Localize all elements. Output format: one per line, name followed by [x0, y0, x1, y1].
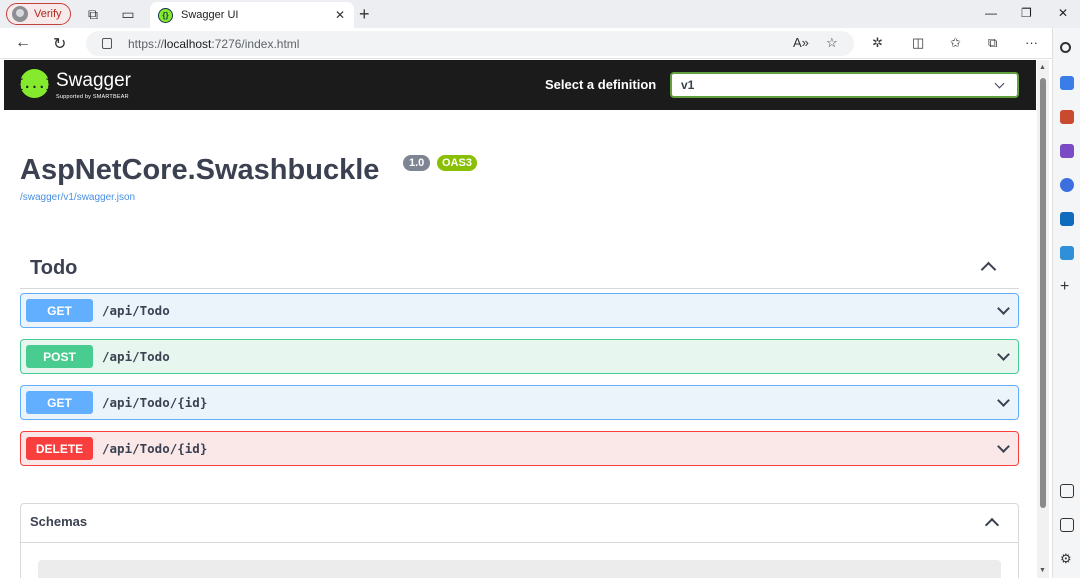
chevron-up-icon[interactable]	[980, 261, 997, 278]
profile-button[interactable]: Verify	[6, 3, 71, 25]
operation-path: /api/Todo	[102, 349, 170, 364]
chevron-down-icon[interactable]	[997, 439, 1010, 453]
operation-get-todo-id[interactable]: GET /api/Todo/{id}	[20, 385, 1019, 420]
schemas-title[interactable]: Schemas	[30, 514, 87, 529]
swagger-sub-brand: Supported by SMARTBEAR	[56, 94, 129, 100]
chevron-down-icon	[994, 78, 1005, 88]
operation-post-todo[interactable]: POST /api/Todo	[20, 339, 1019, 374]
operation-path: /api/Todo/{id}	[102, 441, 208, 456]
operation-delete-todo-id[interactable]: DELETE /api/Todo/{id}	[20, 431, 1019, 466]
favorite-icon[interactable]: ☆	[826, 35, 838, 51]
outlook-icon[interactable]	[1060, 212, 1074, 226]
definition-value: v1	[681, 78, 695, 92]
browser-tab-bar: Verify ⧉ ▭ {} Swagger UI ✕ + — ❐ ✕	[0, 0, 1080, 28]
url-field[interactable]: https://localhost:7276/index.html	[86, 31, 854, 56]
method-badge: POST	[26, 345, 93, 368]
tag-divider	[20, 288, 1019, 289]
lock-icon	[102, 38, 112, 49]
tab-title: Swagger UI	[181, 9, 239, 21]
workspaces-icon[interactable]: ⧉	[85, 6, 101, 22]
chevron-down-icon[interactable]	[997, 393, 1010, 407]
split-screen-icon[interactable]: ◫	[912, 35, 924, 51]
shopping-icon[interactable]	[1060, 76, 1074, 90]
method-badge: GET	[26, 299, 93, 322]
favorites-icon[interactable]: ✩	[950, 35, 961, 51]
address-bar: ← ↻ https://localhost:7276/index.html A»…	[0, 28, 1080, 59]
more-icon[interactable]: ···	[1025, 35, 1038, 50]
oas-badge: OAS3	[437, 155, 477, 171]
window-close-icon[interactable]: ✕	[1058, 6, 1068, 20]
maximize-icon[interactable]: ❐	[1021, 6, 1032, 20]
refresh-icon[interactable]: ↻	[53, 34, 66, 54]
schema-model[interactable]	[38, 560, 1001, 578]
method-badge: DELETE	[26, 437, 93, 460]
swagger-favicon-icon: {}	[158, 7, 173, 23]
edge-sidebar: + ⚙	[1052, 28, 1080, 578]
definition-select[interactable]: v1	[670, 72, 1019, 98]
tools-icon[interactable]	[1060, 110, 1074, 124]
operation-get-todo[interactable]: GET /api/Todo	[20, 293, 1019, 328]
swagger-brand: Swagger	[56, 70, 131, 91]
swagger-logo-icon: {...}	[16, 69, 53, 98]
settings-icon[interactable]: ⚙	[1060, 552, 1074, 566]
chevron-up-icon[interactable]	[984, 517, 1000, 533]
read-aloud-icon[interactable]: A»	[793, 35, 809, 50]
tag-title[interactable]: Todo	[30, 257, 77, 280]
back-icon[interactable]: ←	[15, 34, 31, 52]
tab-actions-icon[interactable]: ▭	[120, 6, 136, 22]
collections-icon[interactable]: ⧉	[988, 35, 997, 51]
operation-path: /api/Todo	[102, 303, 170, 318]
tab-swagger-ui[interactable]: {} Swagger UI ✕	[150, 2, 354, 28]
minimize-icon[interactable]: —	[985, 6, 997, 20]
screenshot-icon[interactable]	[1060, 518, 1074, 532]
method-badge: GET	[26, 391, 93, 414]
profile-label: Verify	[34, 8, 62, 20]
extensions-icon[interactable]: ✲	[872, 35, 883, 51]
version-badge: 1.0	[403, 155, 431, 171]
schemas-divider	[21, 542, 1018, 543]
add-icon[interactable]: +	[1060, 279, 1074, 295]
person-icon	[12, 6, 28, 22]
operation-path: /api/Todo/{id}	[102, 395, 208, 410]
spec-link[interactable]: /swagger/v1/swagger.json	[20, 192, 135, 203]
scroll-down-icon[interactable]: ▼	[1039, 567, 1046, 574]
scrollbar-thumb[interactable]	[1040, 78, 1046, 508]
page-scrollbar[interactable]: ▲ ▼	[1037, 60, 1049, 578]
chevron-down-icon[interactable]	[997, 347, 1010, 361]
close-icon[interactable]: ✕	[335, 8, 345, 22]
definition-label: Select a definition	[545, 77, 657, 92]
games-icon[interactable]	[1060, 144, 1074, 158]
drop-icon[interactable]	[1060, 246, 1074, 260]
url-text: https://localhost:7276/index.html	[128, 36, 300, 51]
api-title: AspNetCore.Swashbuckle	[20, 154, 380, 186]
plus-icon[interactable]: +	[359, 4, 370, 25]
sidebar-toggle-icon[interactable]	[1060, 484, 1074, 498]
microsoft-365-icon[interactable]	[1060, 178, 1074, 192]
page-content: {...} Swagger Supported by SMARTBEAR Sel…	[4, 60, 1036, 578]
chevron-down-icon[interactable]	[997, 301, 1010, 315]
search-icon[interactable]	[1060, 42, 1071, 53]
schemas-section: Schemas	[20, 503, 1019, 578]
swagger-topbar: {...} Swagger Supported by SMARTBEAR Sel…	[4, 60, 1036, 110]
scroll-up-icon[interactable]: ▲	[1039, 64, 1046, 71]
